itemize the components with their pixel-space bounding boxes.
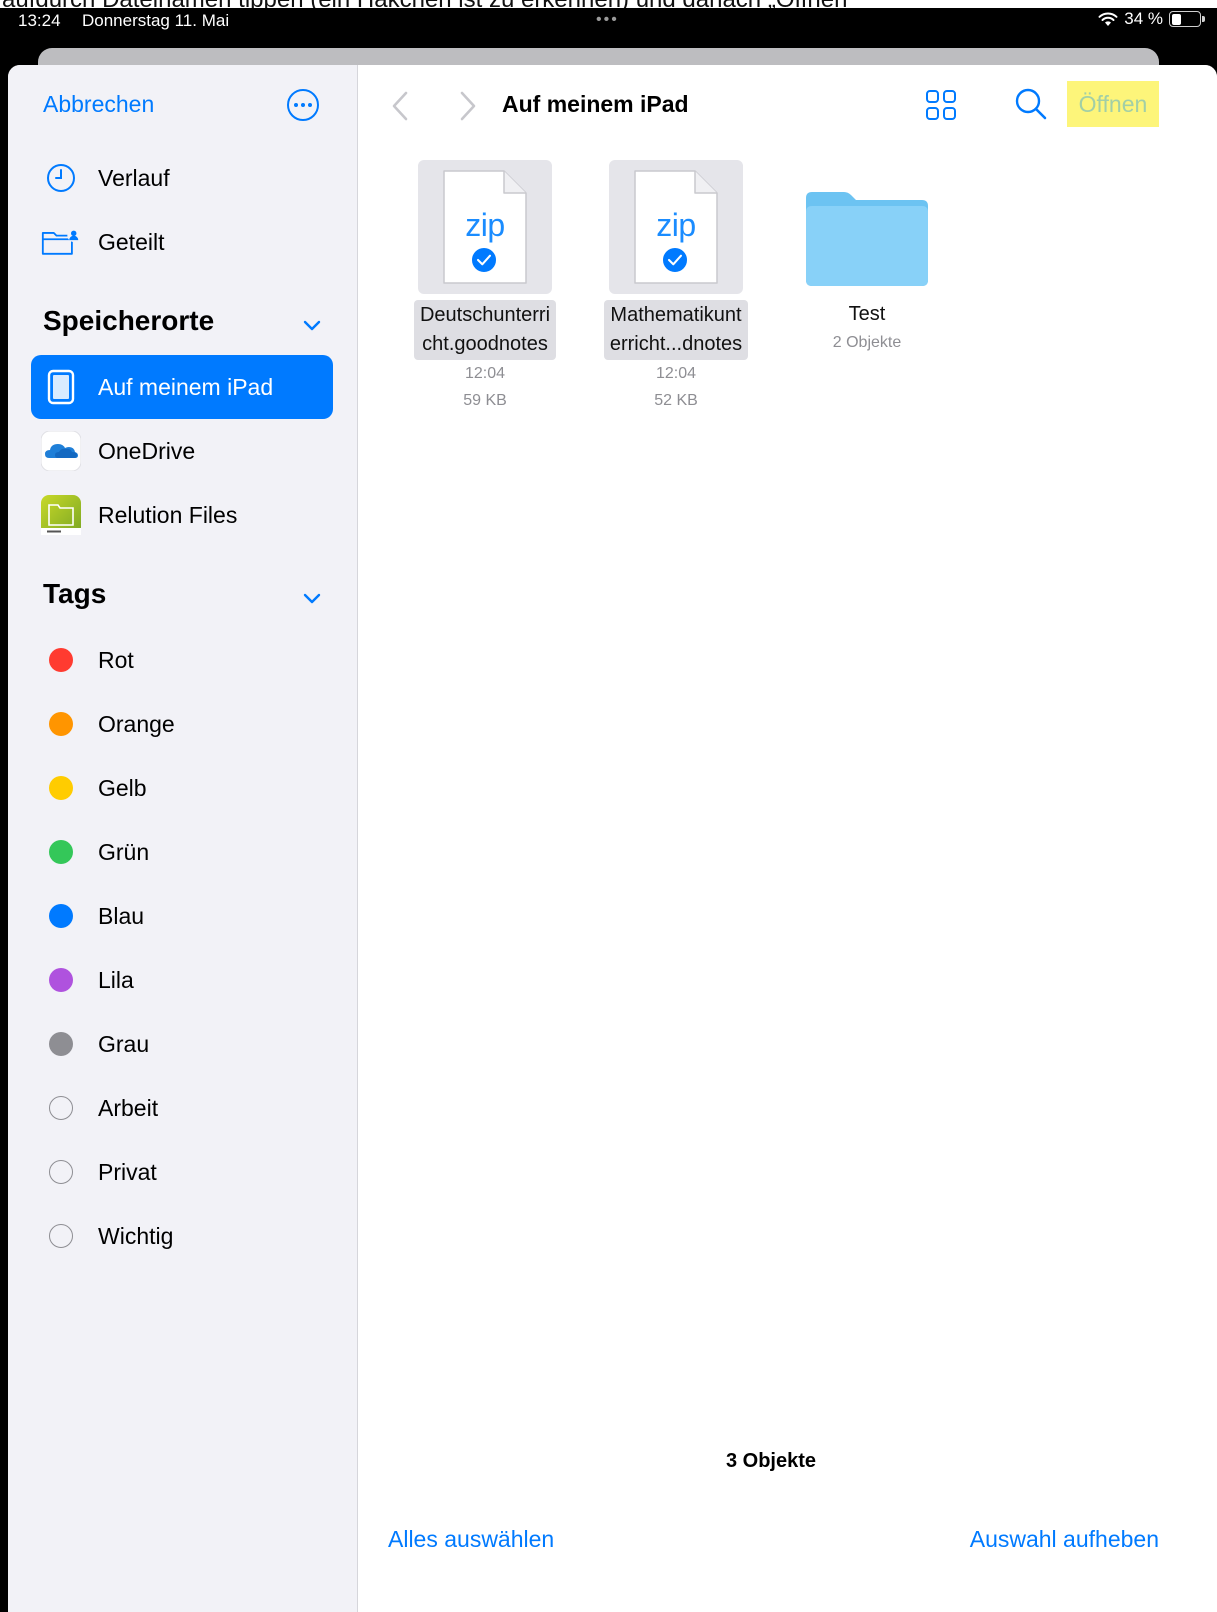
- tag-label: Lila: [98, 966, 134, 993]
- cancel-button[interactable]: Abbrechen: [43, 91, 154, 118]
- wifi-icon: [1098, 12, 1118, 26]
- tag-orange[interactable]: Orange: [31, 692, 333, 756]
- file-thumbnail: zip: [418, 160, 552, 294]
- caption-strip: aufdurch Dateinamen tippen (ein Häkchen …: [0, 0, 1217, 8]
- battery-icon: [1169, 11, 1205, 27]
- chevron-down-icon[interactable]: [301, 314, 323, 336]
- ipad-icon: [41, 367, 81, 407]
- green-tag-dot-icon: [49, 840, 73, 864]
- sidebar-item-onedrive[interactable]: OneDrive: [31, 419, 333, 483]
- relution-icon: [41, 495, 81, 535]
- sidebar: Abbrechen Verlauf Geteilt Speicherorte A…: [8, 65, 358, 1612]
- checkmark-icon: [470, 246, 498, 274]
- blue-tag-dot-icon: [49, 904, 73, 928]
- file-picker: Abbrechen Verlauf Geteilt Speicherorte A…: [8, 65, 1217, 1612]
- back-chevron-icon[interactable]: [386, 89, 414, 123]
- yellow-tag-dot-icon: [49, 776, 73, 800]
- status-date: Donnerstag 11. Mai: [82, 11, 230, 30]
- caption-text: aufdurch Dateinamen tippen (ein Häkchen …: [2, 0, 855, 8]
- screen: aufdurch Dateinamen tippen (ein Häkchen …: [0, 0, 1217, 1612]
- orange-tag-dot-icon: [49, 712, 73, 736]
- main-content: Auf meinem iPad Öffnen zip Deutschunterr…: [358, 65, 1217, 1612]
- locations-header[interactable]: Speicherorte: [43, 305, 214, 337]
- sidebar-item-on-my-ipad[interactable]: Auf meinem iPad: [31, 355, 333, 419]
- folder-count: 2 Objekte: [832, 334, 902, 351]
- page-title: Auf meinem iPad: [502, 91, 689, 117]
- zip-label: zip: [656, 207, 696, 243]
- folder-item[interactable]: Test 2 Objekte: [782, 160, 952, 356]
- ellipsis-circle-icon[interactable]: [287, 89, 319, 121]
- search-icon[interactable]: [1014, 87, 1048, 121]
- tag-private[interactable]: Privat: [31, 1140, 333, 1204]
- status-time: 13:24: [18, 11, 61, 30]
- grid-view-icon[interactable]: [925, 89, 957, 121]
- file-name: Mathematikunt erricht...dnotes: [603, 300, 749, 360]
- sidebar-item-relution-files[interactable]: Relution Files: [31, 483, 333, 547]
- file-item[interactable]: zip Deutschunterri cht.goodnotes 12:04 59…: [400, 160, 570, 414]
- folder-icon: [806, 192, 928, 286]
- file-item[interactable]: zip Mathematikunt erricht...dnotes 12:04 …: [591, 160, 761, 414]
- tag-label: Orange: [98, 710, 175, 737]
- tag-yellow[interactable]: Gelb: [31, 756, 333, 820]
- gray-tag-dot-icon: [49, 1032, 73, 1056]
- file-time: 12:04: [464, 365, 506, 382]
- battery-cap: [1202, 16, 1205, 22]
- checkmark-icon: [661, 246, 689, 274]
- tag-green[interactable]: Grün: [31, 820, 333, 884]
- zip-label: zip: [465, 207, 505, 243]
- onedrive-icon: [41, 431, 81, 471]
- deselect-button[interactable]: Auswahl aufheben: [970, 1526, 1159, 1553]
- tag-label: Wichtig: [98, 1222, 174, 1249]
- sidebar-item-label: Geteilt: [98, 228, 165, 255]
- forward-chevron-icon[interactable]: [454, 89, 482, 123]
- tag-purple[interactable]: Lila: [31, 948, 333, 1012]
- battery-fill: [1171, 13, 1181, 25]
- file-thumbnail: zip: [609, 160, 743, 294]
- status-bar: 13:24 Donnerstag 11. Mai ••• 34 %: [0, 8, 1217, 34]
- select-all-button[interactable]: Alles auswählen: [388, 1526, 554, 1553]
- tag-work[interactable]: Arbeit: [31, 1076, 333, 1140]
- tag-label: Arbeit: [98, 1094, 159, 1121]
- item-count: 3 Objekte: [725, 1450, 817, 1472]
- tag-label: Grau: [98, 1030, 150, 1057]
- tag-label: Rot: [98, 646, 134, 673]
- sidebar-item-shared[interactable]: Geteilt: [31, 210, 333, 274]
- folder-name: Test: [848, 303, 886, 325]
- shared-folder-icon: [41, 222, 81, 262]
- file-size: 52 KB: [654, 392, 698, 409]
- status-right: 34 %: [1098, 9, 1205, 29]
- file-size: 59 KB: [463, 392, 507, 409]
- empty-tag-circle-icon: [49, 1096, 73, 1120]
- sidebar-item-label: Verlauf: [98, 164, 170, 191]
- chevron-down-icon[interactable]: [301, 587, 323, 609]
- tag-blue[interactable]: Blau: [31, 884, 333, 948]
- file-time: 12:04: [655, 365, 697, 382]
- tag-label: Grün: [98, 838, 150, 865]
- red-tag-dot-icon: [49, 648, 73, 672]
- sidebar-item-recents[interactable]: Verlauf: [31, 146, 333, 210]
- multitasking-dots[interactable]: •••: [596, 11, 619, 29]
- tag-red[interactable]: Rot: [31, 628, 333, 692]
- sidebar-item-label: Relution Files: [98, 501, 238, 528]
- empty-tag-circle-icon: [49, 1160, 73, 1184]
- sidebar-item-label: OneDrive: [98, 437, 196, 464]
- open-button-label: Öffnen: [1078, 90, 1148, 117]
- sidebar-item-label: Auf meinem iPad: [98, 373, 274, 400]
- clock-icon: [41, 158, 81, 198]
- tags-header[interactable]: Tags: [43, 578, 106, 610]
- battery-percent: 34 %: [1124, 9, 1163, 28]
- tag-label: Blau: [98, 902, 145, 929]
- empty-tag-circle-icon: [49, 1224, 73, 1248]
- tag-label: Privat: [98, 1158, 157, 1185]
- open-button[interactable]: Öffnen: [1067, 81, 1159, 127]
- tag-important[interactable]: Wichtig: [31, 1204, 333, 1268]
- purple-tag-dot-icon: [49, 968, 73, 992]
- file-name: Deutschunterri cht.goodnotes: [413, 300, 557, 360]
- tag-gray[interactable]: Grau: [31, 1012, 333, 1076]
- tag-label: Gelb: [98, 774, 147, 801]
